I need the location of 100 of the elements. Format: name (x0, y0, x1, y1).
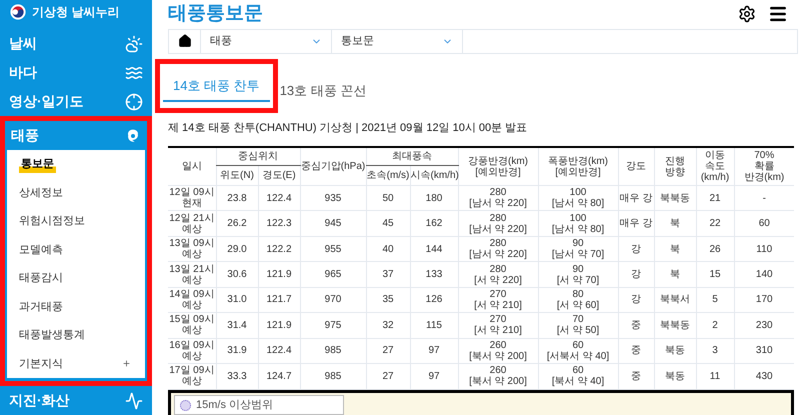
table-cell: 121.7 (258, 287, 300, 313)
table-cell-text: 12일 09시 현재 (168, 186, 216, 211)
table-cell: 27 (366, 364, 410, 389)
table-cell: 중 (618, 364, 654, 389)
submenu-item[interactable]: 태풍발생통계 (7, 321, 145, 350)
table-cell: 97 (410, 364, 458, 389)
plus-icon[interactable] (122, 359, 131, 368)
table-cell: 31.9 (216, 338, 258, 364)
legend-label: 15m/s 이상범위 (196, 398, 274, 413)
table-cell: 2 (696, 312, 734, 338)
table-cell: 110 (734, 236, 794, 262)
table-cell: 260 [북서 약 200] (458, 338, 538, 364)
table-cell: 144 (410, 236, 458, 262)
tab[interactable]: 13호 태풍 꼰선 (278, 76, 368, 106)
table-cell: 27 (366, 338, 410, 364)
table-cell: 5 (696, 287, 734, 313)
table-cell: 북동 (654, 364, 696, 389)
table-cell: 270 [서 약 210] (458, 312, 538, 338)
table-cell: 100 [남서 약 80] (538, 210, 618, 236)
table-cell: 260 [북서 약 200] (458, 364, 538, 389)
table-cell: 45 (366, 210, 410, 236)
column-header: 시속(km/h) (410, 166, 458, 186)
table-cell-text: 13일 09시 예상 (168, 237, 216, 262)
submenu-item[interactable]: 상세정보 (7, 178, 145, 207)
table-cell: 115 (410, 312, 458, 338)
table-cell-text: 16일 09시 예상 (168, 338, 216, 364)
table-cell: 430 (734, 364, 794, 389)
submenu-label: 태풍발생통계 (19, 328, 85, 343)
submenu-item[interactable]: 기본지식 (7, 350, 145, 378)
submenu-item[interactable]: 모델예측 (7, 236, 145, 264)
section-label: 날씨 (9, 34, 37, 53)
table-cell: 122.4 (258, 186, 300, 211)
table-cell: 강 (618, 287, 654, 313)
table-cell: 280 [서 약 220] (458, 262, 538, 288)
column-header: 중심기압(hPa) (300, 147, 366, 186)
column-header: 최대풍속 (366, 147, 458, 166)
table-cell: 중 (618, 338, 654, 364)
column-header: 진행 방향 (654, 147, 696, 186)
table-cell: 80 [서 약 60] (538, 287, 618, 313)
page-title: 태풍통보문 (168, 2, 263, 26)
table-cell: 90 [서 약 70] (538, 262, 618, 288)
submenu-label: 상세정보 (19, 186, 63, 200)
table-cell: 21 (696, 186, 734, 211)
home-icon (178, 34, 192, 48)
table-cell: 11 (696, 364, 734, 389)
table-cell: 945 (300, 210, 366, 236)
table-cell: 26 (696, 236, 734, 262)
table-cell: 100 [남서 약 80] (538, 186, 618, 211)
table-cell-text: 14일 09시 예상 (168, 288, 216, 313)
breadcrumb-dropdown[interactable]: 통보문 (332, 30, 463, 52)
table-cell: 122.3 (258, 210, 300, 236)
submenu-label: 태풍감시 (19, 271, 63, 286)
table-cell: - (734, 186, 794, 211)
table-cell: 170 (734, 287, 794, 313)
table-cell: 3 (696, 338, 734, 364)
breadcrumb-dropdown[interactable]: 태풍 (201, 30, 332, 52)
table-cell: 124.7 (258, 364, 300, 389)
table-cell: 31.4 (216, 312, 258, 338)
table-cell: 매우 강 (618, 210, 654, 236)
table-cell: 180 (410, 186, 458, 211)
table-cell: 30.6 (216, 262, 258, 288)
column-header: 70% 확률 반경(km) (734, 147, 794, 186)
table-cell: 935 (300, 186, 366, 211)
section-label: 지진·화산 (9, 391, 70, 410)
bulletin-caption: 제 14호 태풍 찬투(CHANTHU) 기상청 | 2021년 09월 12일 10시 00분 발표 (168, 120, 528, 136)
table-cell: 북 (654, 236, 696, 262)
submenu-label: 모델예측 (19, 242, 63, 258)
submenu-label: 기본지식 (19, 356, 63, 372)
table-cell: 955 (300, 236, 366, 262)
table-cell: 15 (696, 262, 734, 288)
cloud-sun-icon (125, 34, 143, 52)
table-cell: 60 [서북서 약 40] (538, 338, 618, 364)
column-header: 이동 속도 (km/h) (696, 147, 734, 186)
table-cell: 22 (696, 210, 734, 236)
table-cell: 230 (734, 312, 794, 338)
submenu-item[interactable]: 태풍감시 (7, 264, 145, 292)
tab[interactable]: 14호 태풍 찬투 (163, 72, 270, 102)
pulse-icon (125, 392, 143, 410)
table-cell: 985 (300, 364, 366, 389)
table-cell-text: 17일 09시 예상 (168, 364, 216, 389)
submenu-label: 과거태풍 (19, 300, 63, 314)
table-cell: 90 [남서 약 70] (538, 236, 618, 262)
table-cell: 북북동 (654, 312, 696, 338)
table-cell: 매우 강 (618, 186, 654, 211)
section-label: 태풍 (11, 126, 39, 145)
column-header: 위도(N) (216, 166, 258, 186)
table-cell: 122.4 (258, 338, 300, 364)
table-cell: 60 [북서 약 40] (538, 364, 618, 389)
column-header: 경도(E) (258, 166, 300, 186)
submenu-item[interactable]: 과거태풍 (7, 292, 145, 321)
table-cell: 280 [남서 약 220] (458, 210, 538, 236)
table-cell: 97 (410, 338, 458, 364)
submenu-item[interactable]: 위험시점정보 (7, 207, 145, 236)
table-cell: 975 (300, 312, 366, 338)
settings-icon[interactable] (738, 5, 756, 24)
table-cell: 121.9 (258, 262, 300, 288)
table-cell-text: 15일 09시 예상 (168, 313, 216, 338)
table-cell-text: 13일 21시 예상 (168, 262, 216, 288)
table-cell: 26.2 (216, 210, 258, 236)
crosshair-icon (125, 92, 143, 110)
